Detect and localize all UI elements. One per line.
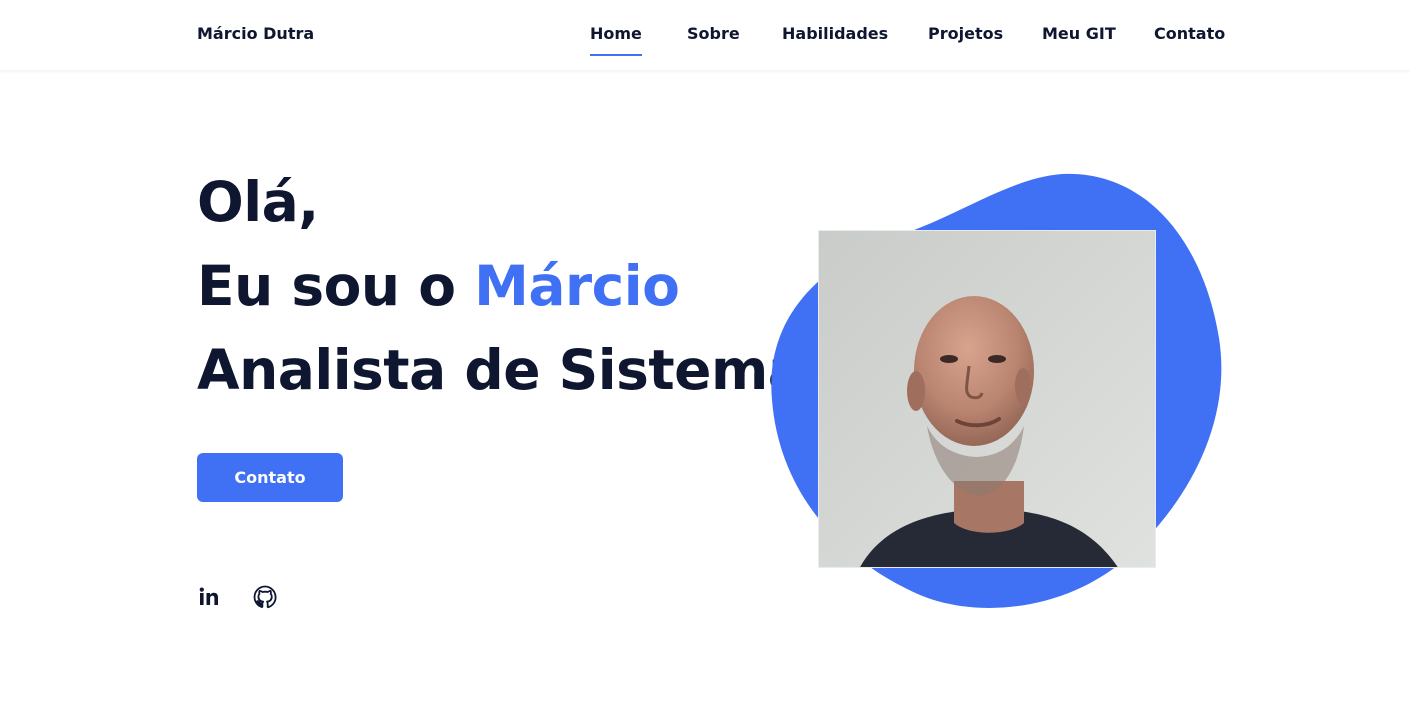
nav-contato[interactable]: Contato [1154, 24, 1225, 43]
hero-name: Márcio [474, 254, 680, 318]
github-icon[interactable] [253, 585, 277, 609]
hero-intro: Eu sou o Márcio [197, 259, 680, 314]
hero-intro-prefix: Eu sou o [197, 254, 475, 318]
hero-greeting: Olá, [197, 170, 319, 234]
nav-habilidades[interactable]: Habilidades [782, 24, 888, 43]
contato-button[interactable]: Contato [197, 453, 343, 502]
profile-photo [818, 230, 1156, 568]
linkedin-icon[interactable] [197, 585, 221, 609]
nav-sobre[interactable]: Sobre [687, 24, 740, 43]
nav-home[interactable]: Home [590, 24, 642, 56]
site-header: Márcio Dutra Home Sobre Habilidades Proj… [0, 0, 1410, 70]
main-nav: Home Sobre Habilidades Projetos Meu GIT … [0, 24, 1410, 64]
nav-meu-git[interactable]: Meu GIT [1042, 24, 1116, 43]
hero-role: Analista de Sistema [197, 338, 805, 402]
nav-projetos[interactable]: Projetos [928, 24, 1003, 43]
